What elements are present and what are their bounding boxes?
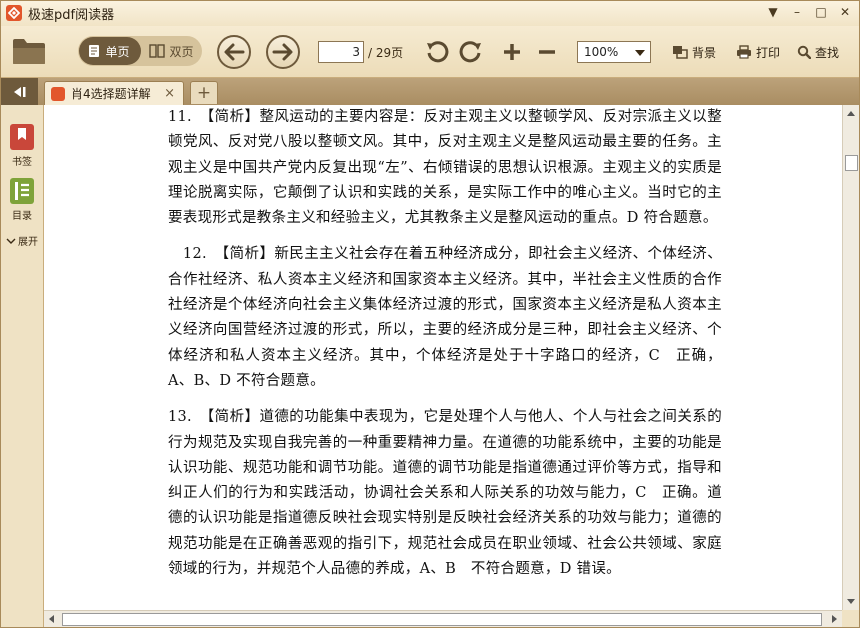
maximize-button[interactable]: □: [810, 3, 832, 21]
single-page-button[interactable]: 单页: [79, 37, 142, 65]
folder-icon: [13, 39, 45, 64]
collapse-left-icon: [14, 86, 26, 97]
view-mode-toggle: 单页 双页: [78, 36, 202, 66]
pdf-file-icon: [51, 86, 65, 101]
double-page-icon: [149, 44, 166, 58]
document-page: 11. 【简析】整风运动的主要内容是：反对主观主义以整顿学风、反对宗派主义以整顿…: [168, 105, 722, 582]
scroll-left-arrow-icon[interactable]: [49, 615, 54, 623]
page-number-input[interactable]: 3: [318, 41, 364, 63]
app-title: 极速pdf阅读器: [28, 7, 115, 23]
tab-close-icon[interactable]: ×: [164, 86, 175, 101]
next-page-button[interactable]: [266, 35, 300, 69]
menu-dropdown-icon[interactable]: ▼: [762, 3, 784, 21]
rotate-right-button[interactable]: [458, 40, 484, 64]
zoom-select[interactable]: 100%: [577, 41, 651, 63]
double-page-label: 双页: [169, 44, 194, 59]
new-tab-button[interactable]: +: [190, 81, 218, 104]
rotate-left-icon: [427, 41, 449, 63]
single-page-icon: [89, 45, 100, 57]
app-logo-icon: [6, 5, 22, 21]
vertical-scroll-thumb[interactable]: [845, 155, 858, 171]
find-button[interactable]: 查找: [794, 43, 842, 61]
print-button[interactable]: 打印: [734, 43, 782, 61]
printer-icon: [736, 45, 751, 59]
horizontal-scroll-thumb[interactable]: [62, 613, 822, 626]
toggle-sidebar-button[interactable]: [0, 78, 38, 105]
minus-icon: [539, 50, 555, 54]
bookmark-icon: [10, 124, 34, 150]
sidebar-toc-label: 目录: [12, 211, 32, 222]
find-label: 查找: [814, 45, 839, 60]
sidebar: 书签 目录 展开: [0, 105, 44, 628]
rotate-right-icon: [459, 41, 481, 63]
previous-page-button[interactable]: [217, 35, 251, 69]
plus-icon: [504, 44, 520, 60]
scroll-up-arrow-icon[interactable]: [847, 111, 855, 116]
document-paragraph: 13. 【简析】道德的功能集中表现为，它是处理个人与他人、个人与社会之间关系的行…: [168, 409, 722, 578]
open-file-button[interactable]: [12, 36, 46, 66]
background-label: 背景: [691, 45, 716, 60]
minimize-button[interactable]: –: [786, 3, 808, 21]
vertical-scrollbar[interactable]: [842, 105, 860, 610]
zoom-value: 100%: [584, 45, 619, 59]
sidebar-bookmarks-label: 书签: [12, 157, 32, 168]
zoom-in-button[interactable]: [501, 41, 523, 63]
tab-bar: 肖4选择题详解 × +: [0, 78, 860, 105]
sidebar-expand-label: 展开: [18, 237, 38, 248]
print-label: 打印: [755, 45, 780, 60]
chevron-down-icon: [6, 238, 16, 244]
background-icon: [672, 46, 688, 59]
document-paragraph: 12. 【简析】新民主主义社会存在着五种经济成分，即社会主义经济、个体经济、合作…: [168, 246, 722, 389]
scroll-right-arrow-icon[interactable]: [832, 615, 837, 623]
single-page-label: 单页: [105, 44, 130, 59]
title-bar: 极速pdf阅读器 ▼ – □ ✕: [0, 0, 860, 26]
toolbar: 单页 双页 3 / 29页 100% 背景 打印 查找: [0, 26, 860, 78]
horizontal-scrollbar[interactable]: [44, 610, 842, 628]
chevron-down-icon: [635, 50, 645, 56]
arrow-right-icon: [272, 43, 293, 61]
document-paragraph: 11. 【简析】整风运动的主要内容是：反对主观主义以整顿学风、反对宗派主义以整顿…: [168, 109, 722, 227]
sidebar-item-toc[interactable]: 目录: [6, 177, 38, 222]
sidebar-expand-toggle[interactable]: 展开: [6, 233, 38, 248]
sidebar-item-bookmarks[interactable]: 书签: [6, 123, 38, 168]
search-icon: [797, 45, 811, 59]
table-of-contents-icon: [10, 178, 34, 204]
close-button[interactable]: ✕: [834, 3, 856, 21]
background-button[interactable]: 背景: [668, 43, 720, 61]
scroll-corner: [842, 610, 860, 628]
document-view[interactable]: 11. 【简析】整风运动的主要内容是：反对主观主义以整顿学风、反对宗派主义以整顿…: [44, 105, 842, 610]
double-page-button[interactable]: 双页: [141, 37, 201, 65]
page-total-label: / 29页: [368, 46, 404, 60]
zoom-out-button[interactable]: [536, 41, 558, 63]
scroll-down-arrow-icon[interactable]: [847, 599, 855, 604]
arrow-left-icon: [224, 43, 245, 61]
rotate-left-button[interactable]: [424, 40, 450, 64]
tab-document[interactable]: 肖4选择题详解 ×: [44, 81, 184, 105]
tab-document-label: 肖4选择题详解: [71, 87, 151, 101]
